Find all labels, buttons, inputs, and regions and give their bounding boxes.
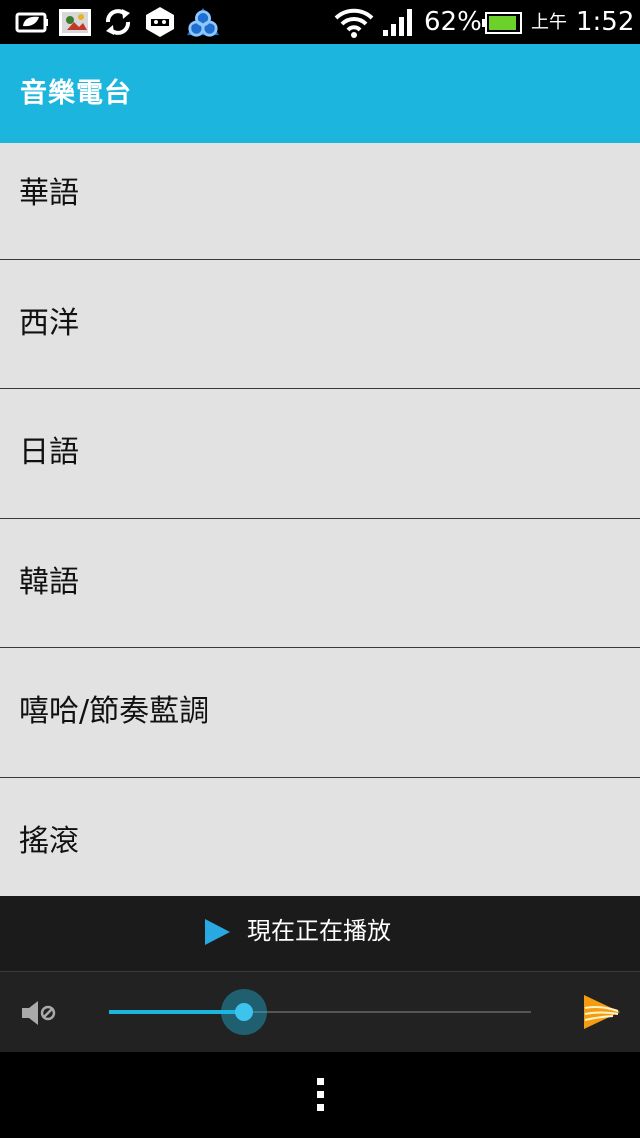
clock: 1:52: [576, 7, 635, 37]
app-logo-icon[interactable]: [580, 992, 622, 1032]
slider-thumb[interactable]: [235, 1003, 253, 1021]
list-item[interactable]: 西洋: [0, 260, 640, 389]
battery-icon: [482, 12, 522, 34]
battery-saver-icon: [15, 12, 48, 33]
volume-slider[interactable]: [109, 989, 531, 1035]
list-item-label: 華語: [19, 176, 79, 211]
battery-percent: 62%: [424, 7, 482, 37]
overflow-menu-icon[interactable]: [313, 1078, 327, 1114]
list-item-label: 韓語: [19, 565, 79, 600]
list-item-label: 日語: [19, 435, 79, 470]
list-item[interactable]: 搖滾: [0, 778, 640, 896]
volume-mute-icon[interactable]: [20, 998, 58, 1028]
list-item-label: 搖滾: [19, 824, 79, 859]
list-item[interactable]: 嘻哈/節奏藍調: [0, 648, 640, 778]
wifi-icon: [334, 8, 374, 38]
app-bar: 音樂電台: [0, 44, 640, 143]
list-item-label: 嘻哈/節奏藍調: [19, 694, 210, 729]
list-item[interactable]: 華語: [0, 143, 640, 260]
triangle-app-icon: [187, 7, 219, 37]
now-playing-bar[interactable]: 現在正在播放: [0, 896, 640, 971]
now-playing-label: 現在正在播放: [247, 917, 391, 945]
status-bar: 62% 上午 1:52: [0, 0, 640, 44]
photo-app-icon: [59, 9, 91, 36]
navigation-bar: [0, 1052, 640, 1138]
shield-app-icon: [146, 7, 174, 37]
am-pm-label: 上午: [531, 12, 567, 33]
page-title: 音樂電台: [20, 78, 132, 109]
list-item-label: 西洋: [19, 306, 79, 341]
signal-icon: [383, 9, 412, 36]
play-icon: [205, 919, 230, 945]
list-item[interactable]: 韓語: [0, 519, 640, 648]
genre-list[interactable]: 華語 西洋 日語 韓語 嘻哈/節奏藍調 搖滾: [0, 143, 640, 896]
list-item[interactable]: 日語: [0, 389, 640, 519]
player-controls: [0, 971, 640, 1052]
sync-icon: [105, 9, 131, 35]
